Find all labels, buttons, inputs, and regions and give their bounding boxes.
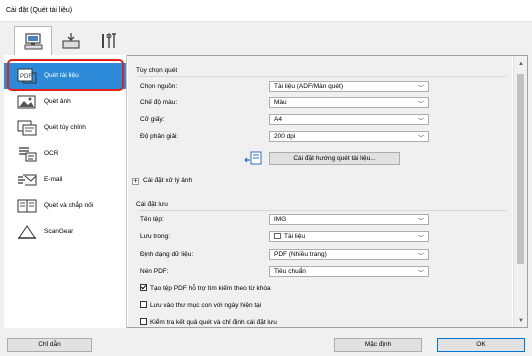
save-in-select[interactable]: Tài liệu ﹀ <box>269 231 429 242</box>
scrollbar-thumb[interactable] <box>517 74 524 264</box>
color-mode-value: Màu <box>274 99 287 106</box>
vertical-scrollbar[interactable]: ▲ ▼ <box>513 56 527 327</box>
sidebar-item-email[interactable]: E-mail <box>4 167 126 193</box>
ok-button[interactable]: OK <box>437 338 525 352</box>
scan-options-divider <box>138 76 506 77</box>
chevron-down-icon: ﹀ <box>417 119 424 125</box>
source-select[interactable]: Tài liệu (ADF/Màn quét) ﹀ <box>269 81 429 92</box>
checkbox-label: Lưu vào thư mục con với ngày hiện tại <box>150 302 262 309</box>
sidebar-item-label: ScanGear <box>44 228 74 235</box>
checkbox-label: Tạo tệp PDF hỗ trợ tìm kiếm theo từ khóa <box>150 285 271 292</box>
top-tab-bar <box>0 22 532 57</box>
tab-scan-from-computer[interactable] <box>14 26 52 57</box>
save-in-value: Tài liệu <box>284 233 305 240</box>
expand-plus-icon: + <box>132 178 139 185</box>
save-settings-divider <box>138 210 506 211</box>
selection-highlight-box <box>7 59 124 91</box>
save-in-label: Lưu trong: <box>140 233 171 240</box>
sidebar-item-scangear[interactable]: ScanGear <box>4 219 126 245</box>
pdf-compression-select[interactable]: Tiêu chuẩn ﹀ <box>269 266 429 277</box>
image-processing-label: Cài đặt xử lý ảnh <box>143 177 193 184</box>
dialog-footer: Chỉ dẫn Mặc định OK <box>0 328 532 356</box>
checkbox-box <box>140 318 147 325</box>
chevron-down-icon: ﹀ <box>417 236 424 242</box>
data-format-value: PDF (Nhiều trang) <box>274 251 327 258</box>
scroll-up-icon[interactable]: ▲ <box>518 61 524 67</box>
instructions-button[interactable]: Chỉ dẫn <box>7 338 92 352</box>
keyword-searchable-pdf-checkbox[interactable]: Tạo tệp PDF hỗ trợ tìm kiếm theo từ khóa <box>140 284 271 292</box>
sidebar-item-custom-scan[interactable]: Quét tùy chỉnh <box>4 115 126 141</box>
window-title: Cài đặt (Quét tài liệu) <box>6 7 73 14</box>
general-settings-tools-icon <box>102 33 116 48</box>
paper-size-value: A4 <box>274 116 282 123</box>
date-subfolder-checkbox[interactable]: Lưu vào thư mục con với ngày hiện tại <box>140 301 261 309</box>
sidebar: PDF Quét tài liệu Quét ảnh Quét tùy chỉn… <box>4 55 127 328</box>
save-settings-heading: Cài đặt lưu <box>136 201 168 208</box>
photo-scan-icon <box>17 95 36 109</box>
orientation-icon <box>244 151 262 165</box>
checkbox-label: Kiểm tra kết quả quét và chỉ định cài đặ… <box>150 319 277 326</box>
paper-size-select[interactable]: A4 ﹀ <box>269 114 429 125</box>
resolution-label: Độ phân giải: <box>140 133 179 140</box>
pdf-compression-label: Nén PDF: <box>140 268 169 275</box>
ocr-icon <box>19 147 37 162</box>
checkbox-box <box>140 284 147 291</box>
source-label: Chọn nguồn: <box>140 83 178 90</box>
paper-size-label: Cỡ giấy: <box>140 116 165 123</box>
resolution-select[interactable]: 200 dpi ﹀ <box>269 131 429 142</box>
sidebar-item-label: Quét và chắp nối <box>44 202 94 209</box>
defaults-button[interactable]: Mặc định <box>334 338 422 352</box>
sidebar-item-label: E-mail <box>44 176 63 183</box>
tab-scan-from-panel[interactable] <box>52 26 90 56</box>
chevron-down-icon: ﹀ <box>417 86 424 92</box>
scan-options-heading: Tùy chọn quét <box>136 67 178 74</box>
settings-content: Tùy chọn quét Chọn nguồn: Tài liệu (ADF/… <box>128 56 512 327</box>
data-format-select[interactable]: PDF (Nhiều trang) ﹀ <box>269 249 429 260</box>
source-value: Tài liệu (ADF/Màn quét) <box>274 83 343 90</box>
orientation-settings-button[interactable]: Cài đặt hướng quét tài liệu... <box>269 152 400 165</box>
chevron-down-icon: ﹀ <box>417 271 424 277</box>
chevron-down-icon: ﹀ <box>417 136 424 142</box>
folder-icon <box>274 233 281 239</box>
email-icon <box>18 174 37 186</box>
resolution-value: 200 dpi <box>274 133 296 140</box>
color-mode-select[interactable]: Màu ﹀ <box>269 97 429 108</box>
sidebar-item-photo-scan[interactable]: Quét ảnh <box>4 89 126 115</box>
title-bar: Cài đặt (Quét tài liệu) <box>0 0 532 22</box>
sidebar-item-stitch-scan[interactable]: Quét và chắp nối <box>4 193 126 219</box>
chevron-down-icon: ﹀ <box>417 102 424 108</box>
scan-from-panel-icon <box>62 33 80 49</box>
file-name-value: IMG <box>274 216 287 223</box>
sidebar-item-label: OCR <box>44 150 59 157</box>
file-name-label: Tên tệp: <box>140 216 164 223</box>
file-name-select[interactable]: IMG ﹀ <box>269 214 429 225</box>
sidebar-item-ocr[interactable]: OCR <box>4 141 126 167</box>
check-scan-results-checkbox[interactable]: Kiểm tra kết quả quét và chỉ định cài đặ… <box>140 318 277 326</box>
image-processing-expander[interactable]: + Cài đặt xử lý ảnh <box>132 177 192 185</box>
color-mode-label: Chế độ màu: <box>140 99 178 106</box>
sidebar-item-label: Quét ảnh <box>44 98 71 105</box>
checkbox-box <box>140 301 147 308</box>
tab-general-settings[interactable] <box>90 26 128 56</box>
sidebar-item-label: Quét tùy chỉnh <box>44 124 86 131</box>
data-format-label: Định dạng dữ liệu: <box>140 251 194 258</box>
stitch-scan-icon <box>17 199 37 213</box>
scan-from-computer-icon <box>24 33 43 50</box>
scangear-icon <box>18 225 36 239</box>
pdf-compression-value: Tiêu chuẩn <box>274 268 306 275</box>
scroll-down-icon[interactable]: ▼ <box>518 318 524 324</box>
custom-scan-icon <box>17 120 37 136</box>
chevron-down-icon: ﹀ <box>417 254 424 260</box>
chevron-down-icon: ﹀ <box>417 219 424 225</box>
